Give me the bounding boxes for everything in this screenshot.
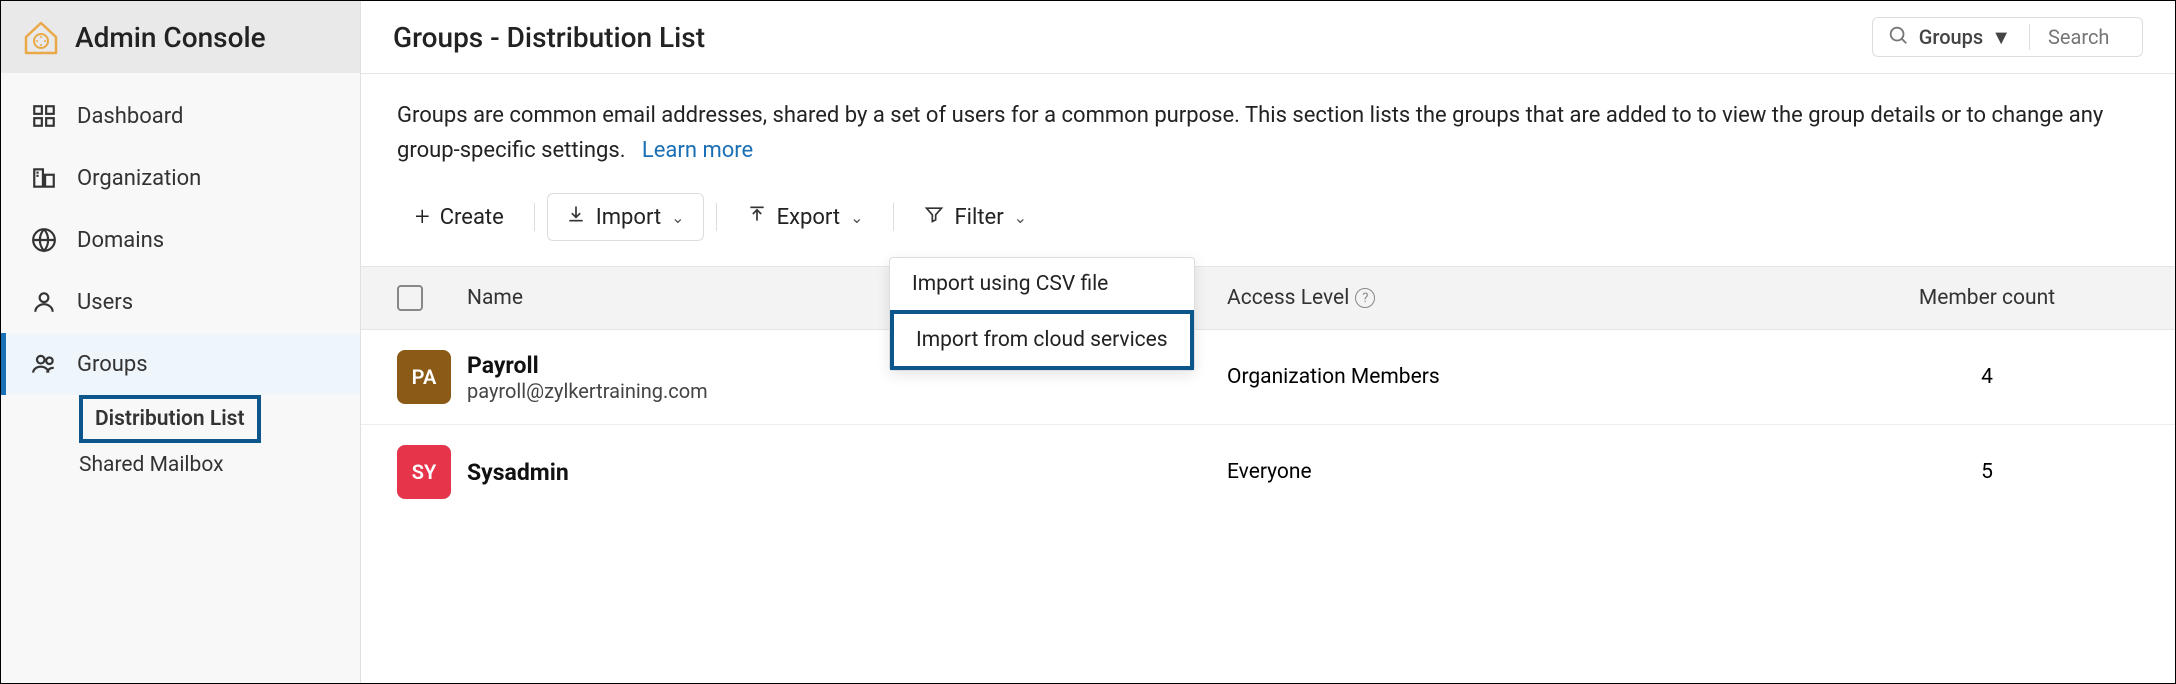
export-label: Export [777,205,841,230]
chevron-down-icon: ⌄ [1014,208,1027,227]
dashboard-icon [29,101,59,131]
sidebar-header: Admin Console [1,1,360,73]
avatar-initials: PA [412,365,437,389]
page-title: Groups - Distribution List [393,21,705,54]
sidebar-item-label: Domains [77,228,164,253]
avatar-initials: SY [412,460,437,484]
chevron-down-icon: ⌄ [671,208,684,227]
group-name: Sysadmin [467,459,1227,486]
sidebar-item-label: Dashboard [77,104,183,129]
user-icon [29,287,59,317]
users-icon [29,349,59,379]
sidebar-item-users[interactable]: Users [1,271,360,333]
import-label: Import [596,205,661,230]
export-button[interactable]: Export ⌄ [729,194,882,240]
learn-more-link[interactable]: Learn more [642,138,753,163]
subnav-item-label: Distribution List [95,407,245,431]
avatar: PA [397,350,451,404]
import-csv-option[interactable]: Import using CSV file [890,258,1194,310]
table-header: Name Access Level ? Member count [361,266,2175,330]
filter-button[interactable]: Filter ⌄ [906,194,1045,240]
app-title: Admin Console [75,21,266,54]
download-icon [566,204,586,230]
subnav-distribution-list[interactable]: Distribution List [79,395,261,443]
organization-icon [29,163,59,193]
filter-icon [924,204,944,230]
count-cell: 4 [1835,365,2139,389]
divider [2029,24,2030,50]
subnav: Distribution List Shared Mailbox [1,395,360,487]
subnav-shared-mailbox[interactable]: Shared Mailbox [79,443,360,487]
sidebar-item-domains[interactable]: Domains [1,209,360,271]
nav: Dashboard Organization Domains [1,73,360,487]
col-check [397,285,467,311]
search-filter-dropdown[interactable]: Groups ▼ [1919,25,2011,50]
sidebar-item-label: Users [77,290,133,315]
sidebar-item-dashboard[interactable]: Dashboard [1,85,360,147]
help-icon[interactable]: ? [1355,288,1375,308]
filter-label: Filter [954,205,1003,230]
avatar-cell: PA [397,350,467,404]
sidebar-item-label: Organization [77,166,201,191]
chevron-down-icon: ⌄ [850,208,863,227]
description: Groups are common email addresses, share… [361,74,2175,168]
access-cell: Everyone [1227,460,1835,484]
create-button[interactable]: + Create [397,192,522,242]
search-icon [1887,24,1909,50]
divider [893,203,894,231]
main: Groups - Distribution List Groups ▼ Grou… [361,1,2175,683]
search-filter-label: Groups [1919,25,1983,49]
import-cloud-option[interactable]: Import from cloud services [890,310,1194,370]
search-input[interactable] [2048,25,2128,49]
table-row[interactable]: PA Payroll payroll@zylkertraining.com Or… [361,330,2175,425]
access-cell: Organization Members [1227,365,1835,389]
top-bar: Groups - Distribution List Groups ▼ [361,1,2175,74]
upload-icon [747,204,767,230]
name-cell: Sysadmin [467,459,1227,486]
sidebar-item-organization[interactable]: Organization [1,147,360,209]
search-area: Groups ▼ [1872,17,2143,57]
create-label: Create [440,205,504,230]
sidebar-item-label: Groups [77,352,148,377]
col-access: Access Level ? [1227,286,1835,310]
table-row[interactable]: SY Sysadmin Everyone 5 [361,425,2175,519]
import-dropdown: Import using CSV file Import from cloud … [889,257,1195,371]
avatar-cell: SY [397,445,467,499]
divider [716,203,717,231]
divider [534,203,535,231]
col-access-label: Access Level [1227,286,1349,310]
globe-icon [29,225,59,255]
select-all-checkbox[interactable] [397,285,423,311]
plus-icon: + [415,202,430,232]
col-member: Member count [1835,286,2139,310]
sidebar-item-groups[interactable]: Groups [1,333,360,395]
toolbar: + Create Import ⌄ Export ⌄ [361,168,2175,266]
group-email: payroll@zylkertraining.com [467,379,1227,403]
logo-icon [21,17,61,57]
avatar: SY [397,445,451,499]
import-button[interactable]: Import ⌄ [547,193,704,241]
count-cell: 5 [1835,460,2139,484]
sidebar: Admin Console Dashboard Organization [1,1,361,683]
caret-down-icon: ▼ [1991,25,2011,50]
subnav-item-label: Shared Mailbox [79,453,224,477]
